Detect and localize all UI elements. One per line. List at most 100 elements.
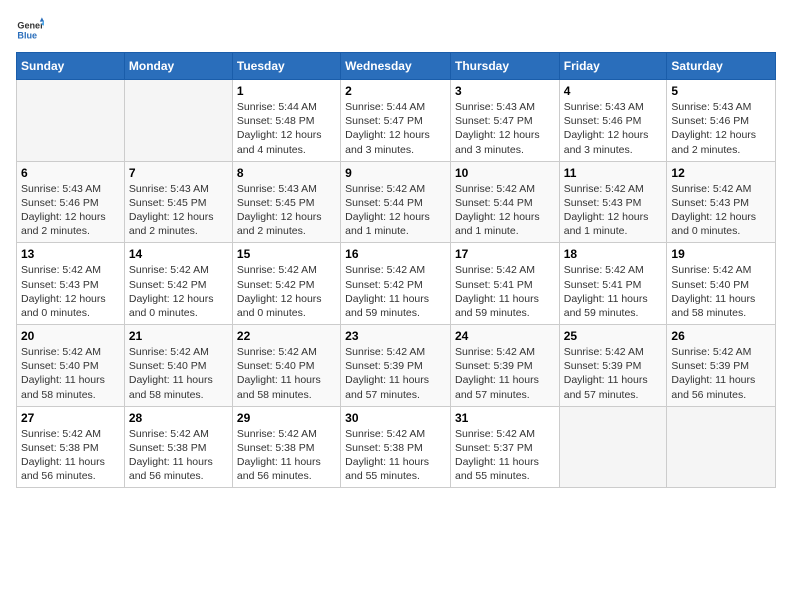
day-info: Sunrise: 5:42 AM Sunset: 5:39 PM Dayligh… (671, 345, 771, 402)
calendar-cell: 31Sunrise: 5:42 AM Sunset: 5:37 PM Dayli… (450, 406, 559, 488)
day-number: 29 (237, 411, 336, 425)
day-info: Sunrise: 5:42 AM Sunset: 5:37 PM Dayligh… (455, 427, 555, 484)
day-info: Sunrise: 5:42 AM Sunset: 5:42 PM Dayligh… (237, 263, 336, 320)
calendar-cell: 16 Sunrise: 5:42 AM Sunset: 5:42 PM Dayli… (341, 243, 451, 325)
day-info: Sunrise: 5:44 AM Sunset: 5:47 PM Dayligh… (345, 100, 446, 157)
calendar-cell: 20 Sunrise: 5:42 AM Sunset: 5:40 PM Dayli… (17, 325, 125, 407)
day-info: Sunrise: 5:42 AM Sunset: 5:44 PM Dayligh… (455, 182, 555, 239)
day-number: 9 (345, 166, 446, 180)
calendar-cell: 28 Sunrise: 5:42 AM Sunset: 5:38 PM Dayli… (124, 406, 232, 488)
day-number: 30 (345, 411, 446, 425)
day-info: Sunrise: 5:44 AM Sunset: 5:48 PM Dayligh… (237, 100, 336, 157)
day-number: 2 (345, 84, 446, 98)
day-info: Sunrise: 5:42 AM Sunset: 5:43 PM Dayligh… (564, 182, 663, 239)
day-number: 8 (237, 166, 336, 180)
day-number: 23 (345, 329, 446, 343)
calendar-cell: 18 Sunrise: 5:42 AM Sunset: 5:41 PM Dayli… (559, 243, 667, 325)
day-info: Sunrise: 5:42 AM Sunset: 5:41 PM Dayligh… (564, 263, 663, 320)
weekday-header-monday: Monday (124, 53, 232, 80)
day-info: Sunrise: 5:42 AM Sunset: 5:42 PM Dayligh… (129, 263, 228, 320)
weekday-header-saturday: Saturday (667, 53, 776, 80)
calendar-cell (124, 80, 232, 162)
logo-icon: General Blue (16, 16, 44, 44)
day-info: Sunrise: 5:42 AM Sunset: 5:40 PM Dayligh… (671, 263, 771, 320)
calendar-cell: 25 Sunrise: 5:42 AM Sunset: 5:39 PM Dayli… (559, 325, 667, 407)
day-info: Sunrise: 5:42 AM Sunset: 5:42 PM Dayligh… (345, 263, 446, 320)
day-number: 21 (129, 329, 228, 343)
day-info: Sunrise: 5:42 AM Sunset: 5:41 PM Dayligh… (455, 263, 555, 320)
calendar-cell: 21 Sunrise: 5:42 AM Sunset: 5:40 PM Dayli… (124, 325, 232, 407)
calendar-table: SundayMondayTuesdayWednesdayThursdayFrid… (16, 52, 776, 488)
calendar-cell: 17 Sunrise: 5:42 AM Sunset: 5:41 PM Dayli… (450, 243, 559, 325)
day-info: Sunrise: 5:42 AM Sunset: 5:38 PM Dayligh… (237, 427, 336, 484)
calendar-cell: 5 Sunrise: 5:43 AM Sunset: 5:46 PM Daylig… (667, 80, 776, 162)
day-info: Sunrise: 5:42 AM Sunset: 5:38 PM Dayligh… (21, 427, 120, 484)
day-number: 19 (671, 247, 771, 261)
day-info: Sunrise: 5:42 AM Sunset: 5:39 PM Dayligh… (455, 345, 555, 402)
svg-text:General: General (17, 21, 44, 31)
calendar-cell: 1 Sunrise: 5:44 AM Sunset: 5:48 PM Daylig… (232, 80, 340, 162)
calendar-cell: 15 Sunrise: 5:42 AM Sunset: 5:42 PM Dayli… (232, 243, 340, 325)
calendar-cell: 3 Sunrise: 5:43 AM Sunset: 5:47 PM Daylig… (450, 80, 559, 162)
calendar-cell: 10 Sunrise: 5:42 AM Sunset: 5:44 PM Dayli… (450, 161, 559, 243)
calendar-cell: 8Sunrise: 5:43 AM Sunset: 5:45 PM Daylig… (232, 161, 340, 243)
day-info: Sunrise: 5:42 AM Sunset: 5:40 PM Dayligh… (237, 345, 336, 402)
day-number: 11 (564, 166, 663, 180)
day-number: 22 (237, 329, 336, 343)
svg-text:Blue: Blue (17, 30, 37, 40)
day-number: 10 (455, 166, 555, 180)
calendar-cell: 14 Sunrise: 5:42 AM Sunset: 5:42 PM Dayli… (124, 243, 232, 325)
day-number: 15 (237, 247, 336, 261)
calendar-cell (17, 80, 125, 162)
calendar-cell: 9Sunrise: 5:42 AM Sunset: 5:44 PM Daylig… (341, 161, 451, 243)
day-number: 12 (671, 166, 771, 180)
calendar-cell: 23Sunrise: 5:42 AM Sunset: 5:39 PM Dayli… (341, 325, 451, 407)
day-number: 4 (564, 84, 663, 98)
day-number: 14 (129, 247, 228, 261)
day-number: 6 (21, 166, 120, 180)
day-number: 7 (129, 166, 228, 180)
day-number: 17 (455, 247, 555, 261)
day-number: 5 (671, 84, 771, 98)
day-number: 27 (21, 411, 120, 425)
day-number: 3 (455, 84, 555, 98)
day-info: Sunrise: 5:43 AM Sunset: 5:46 PM Dayligh… (564, 100, 663, 157)
calendar-cell (559, 406, 667, 488)
day-number: 13 (21, 247, 120, 261)
calendar-cell: 27 Sunrise: 5:42 AM Sunset: 5:38 PM Dayli… (17, 406, 125, 488)
day-info: Sunrise: 5:43 AM Sunset: 5:46 PM Dayligh… (21, 182, 120, 239)
day-number: 20 (21, 329, 120, 343)
day-info: Sunrise: 5:42 AM Sunset: 5:38 PM Dayligh… (129, 427, 228, 484)
calendar-cell: 13Sunrise: 5:42 AM Sunset: 5:43 PM Dayli… (17, 243, 125, 325)
calendar-cell: 29 Sunrise: 5:42 AM Sunset: 5:38 PM Dayli… (232, 406, 340, 488)
day-number: 28 (129, 411, 228, 425)
day-info: Sunrise: 5:42 AM Sunset: 5:40 PM Dayligh… (21, 345, 120, 402)
day-number: 16 (345, 247, 446, 261)
weekday-header-wednesday: Wednesday (341, 53, 451, 80)
day-number: 1 (237, 84, 336, 98)
calendar-cell: 6 Sunrise: 5:43 AM Sunset: 5:46 PM Daylig… (17, 161, 125, 243)
calendar-cell: 2 Sunrise: 5:44 AM Sunset: 5:47 PM Daylig… (341, 80, 451, 162)
calendar-cell (667, 406, 776, 488)
day-number: 18 (564, 247, 663, 261)
day-info: Sunrise: 5:42 AM Sunset: 5:43 PM Dayligh… (671, 182, 771, 239)
day-info: Sunrise: 5:42 AM Sunset: 5:38 PM Dayligh… (345, 427, 446, 484)
weekday-header-thursday: Thursday (450, 53, 559, 80)
calendar-cell: 12 Sunrise: 5:42 AM Sunset: 5:43 PM Dayli… (667, 161, 776, 243)
day-info: Sunrise: 5:42 AM Sunset: 5:39 PM Dayligh… (564, 345, 663, 402)
calendar-cell: 30 Sunrise: 5:42 AM Sunset: 5:38 PM Dayli… (341, 406, 451, 488)
calendar-cell: 26 Sunrise: 5:42 AM Sunset: 5:39 PM Dayli… (667, 325, 776, 407)
calendar-cell: 11 Sunrise: 5:42 AM Sunset: 5:43 PM Dayli… (559, 161, 667, 243)
day-number: 24 (455, 329, 555, 343)
weekday-header-friday: Friday (559, 53, 667, 80)
day-info: Sunrise: 5:42 AM Sunset: 5:40 PM Dayligh… (129, 345, 228, 402)
day-number: 26 (671, 329, 771, 343)
day-number: 25 (564, 329, 663, 343)
calendar-cell: 24 Sunrise: 5:42 AM Sunset: 5:39 PM Dayli… (450, 325, 559, 407)
weekday-header-tuesday: Tuesday (232, 53, 340, 80)
day-info: Sunrise: 5:43 AM Sunset: 5:46 PM Dayligh… (671, 100, 771, 157)
logo: General Blue (16, 16, 44, 44)
day-info: Sunrise: 5:43 AM Sunset: 5:45 PM Dayligh… (129, 182, 228, 239)
day-info: Sunrise: 5:43 AM Sunset: 5:47 PM Dayligh… (455, 100, 555, 157)
calendar-cell: 19 Sunrise: 5:42 AM Sunset: 5:40 PM Dayli… (667, 243, 776, 325)
